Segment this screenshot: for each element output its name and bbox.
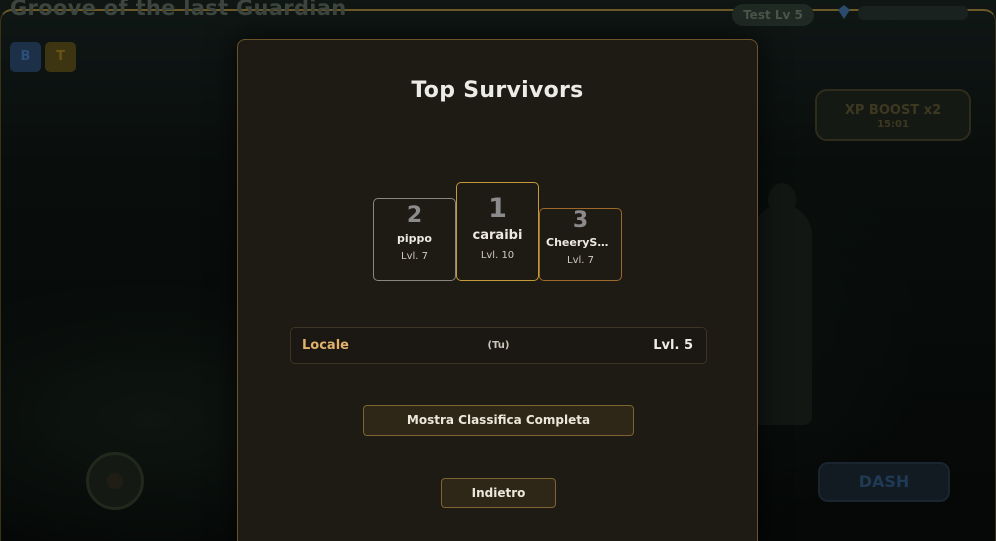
level-pill: Test Lv 5 <box>732 4 814 26</box>
b-button[interactable]: B <box>10 42 41 72</box>
leaderboard-modal: Top Survivors 2 pippo Lvl. 7 1 caraibi L… <box>237 39 758 541</box>
game-title: Groove of the last Guardian <box>10 0 347 20</box>
podium-player-name: CheerySe... <box>546 236 618 249</box>
podium-first-place: 1 caraibi Lvl. 10 <box>456 182 539 281</box>
local-player-level: Lvl. 5 <box>653 338 693 353</box>
podium-player-level: Lvl. 7 <box>567 255 594 266</box>
podium-rank: 3 <box>572 208 589 233</box>
podium-third-place: 3 CheerySe... Lvl. 7 <box>539 208 622 281</box>
podium-player-name: pippo <box>397 232 432 245</box>
virtual-joystick[interactable] <box>86 452 144 510</box>
podium-second-place: 2 pippo Lvl. 7 <box>373 198 456 281</box>
local-player-tag: (Tu) <box>487 340 510 351</box>
leaderboard-title: Top Survivors <box>411 78 584 103</box>
podium-player-name: caraibi <box>472 228 523 243</box>
podium-rank: 2 <box>406 203 423 228</box>
podium-rank: 1 <box>488 193 507 224</box>
local-player-row: Locale (Tu) Lvl. 5 <box>290 327 707 364</box>
t-button[interactable]: T <box>45 42 76 72</box>
podium-player-level: Lvl. 10 <box>480 250 515 261</box>
dash-button[interactable]: DASH <box>818 462 950 502</box>
show-full-leaderboard-button[interactable]: Mostra Classifica Completa <box>363 405 634 436</box>
podium-player-level: Lvl. 7 <box>401 251 428 262</box>
xp-boost-button[interactable]: XP BOOST x2 15:01 <box>815 89 971 141</box>
xp-boost-label: XP BOOST x2 <box>844 103 942 118</box>
xp-boost-timer: 15:01 <box>877 119 909 130</box>
back-button[interactable]: Indietro <box>441 478 556 508</box>
hud-currency-bar <box>858 6 968 20</box>
